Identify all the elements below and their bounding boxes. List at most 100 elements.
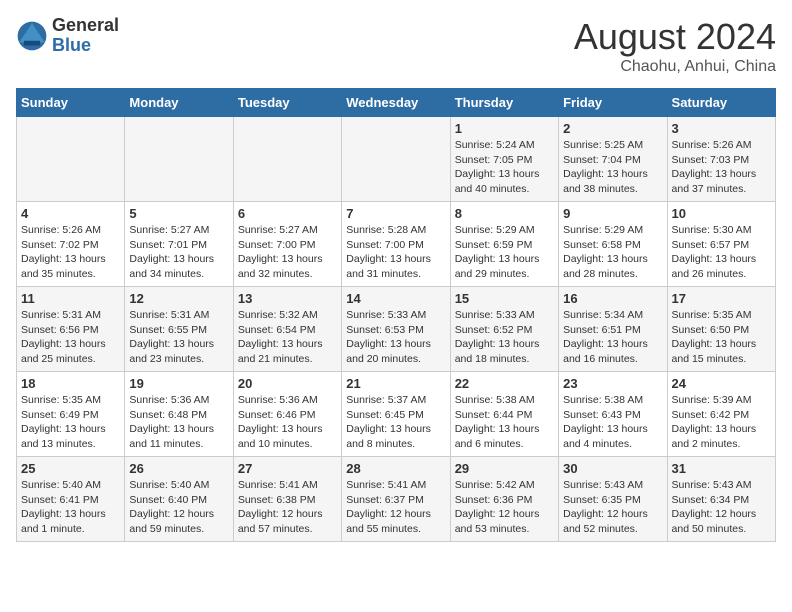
day-number: 3 (672, 121, 771, 136)
day-number: 15 (455, 291, 554, 306)
logo-blue-label: Blue (52, 36, 119, 56)
calendar-cell: 15 Sunrise: 5:33 AM Sunset: 6:52 PM Dayli… (450, 287, 558, 372)
day-info: Sunrise: 5:27 AM Sunset: 7:00 PM Dayligh… (238, 223, 337, 282)
day-info: Sunrise: 5:42 AM Sunset: 6:36 PM Dayligh… (455, 478, 554, 537)
calendar-cell: 5 Sunrise: 5:27 AM Sunset: 7:01 PM Daylig… (125, 202, 233, 287)
logo-text: General Blue (52, 16, 119, 56)
calendar-cell: 30 Sunrise: 5:43 AM Sunset: 6:35 PM Dayli… (559, 457, 667, 542)
day-info: Sunrise: 5:40 AM Sunset: 6:40 PM Dayligh… (129, 478, 228, 537)
weekday-header-thursday: Thursday (450, 89, 558, 117)
day-number: 14 (346, 291, 445, 306)
calendar-cell: 26 Sunrise: 5:40 AM Sunset: 6:40 PM Dayli… (125, 457, 233, 542)
day-number: 1 (455, 121, 554, 136)
day-info: Sunrise: 5:26 AM Sunset: 7:03 PM Dayligh… (672, 138, 771, 197)
title-block: August 2024 Chaohu, Anhui, China (574, 16, 776, 76)
day-number: 9 (563, 206, 662, 221)
day-number: 23 (563, 376, 662, 391)
calendar-cell: 19 Sunrise: 5:36 AM Sunset: 6:48 PM Dayli… (125, 372, 233, 457)
day-number: 29 (455, 461, 554, 476)
day-number: 26 (129, 461, 228, 476)
day-info: Sunrise: 5:26 AM Sunset: 7:02 PM Dayligh… (21, 223, 120, 282)
calendar-cell: 23 Sunrise: 5:38 AM Sunset: 6:43 PM Dayli… (559, 372, 667, 457)
calendar-cell: 28 Sunrise: 5:41 AM Sunset: 6:37 PM Dayli… (342, 457, 450, 542)
day-info: Sunrise: 5:34 AM Sunset: 6:51 PM Dayligh… (563, 308, 662, 367)
day-info: Sunrise: 5:31 AM Sunset: 6:55 PM Dayligh… (129, 308, 228, 367)
weekday-header-tuesday: Tuesday (233, 89, 341, 117)
day-number: 10 (672, 206, 771, 221)
day-number: 20 (238, 376, 337, 391)
calendar-cell: 2Sunrise: 5:25 AM Sunset: 7:04 PM Daylig… (559, 117, 667, 202)
day-info: Sunrise: 5:43 AM Sunset: 6:35 PM Dayligh… (563, 478, 662, 537)
day-number: 19 (129, 376, 228, 391)
day-info: Sunrise: 5:40 AM Sunset: 6:41 PM Dayligh… (21, 478, 120, 537)
day-number: 25 (21, 461, 120, 476)
calendar-cell: 7Sunrise: 5:28 AM Sunset: 7:00 PM Daylig… (342, 202, 450, 287)
calendar-cell (125, 117, 233, 202)
calendar-cell (342, 117, 450, 202)
calendar-cell (17, 117, 125, 202)
day-info: Sunrise: 5:31 AM Sunset: 6:56 PM Dayligh… (21, 308, 120, 367)
day-info: Sunrise: 5:30 AM Sunset: 6:57 PM Dayligh… (672, 223, 771, 282)
day-info: Sunrise: 5:37 AM Sunset: 6:45 PM Dayligh… (346, 393, 445, 452)
day-number: 13 (238, 291, 337, 306)
day-number: 22 (455, 376, 554, 391)
day-info: Sunrise: 5:35 AM Sunset: 6:50 PM Dayligh… (672, 308, 771, 367)
logo-general-label: General (52, 16, 119, 36)
day-number: 24 (672, 376, 771, 391)
calendar-cell: 13 Sunrise: 5:32 AM Sunset: 6:54 PM Dayli… (233, 287, 341, 372)
day-number: 28 (346, 461, 445, 476)
calendar-cell: 16 Sunrise: 5:34 AM Sunset: 6:51 PM Dayli… (559, 287, 667, 372)
day-info: Sunrise: 5:27 AM Sunset: 7:01 PM Dayligh… (129, 223, 228, 282)
day-number: 16 (563, 291, 662, 306)
day-info: Sunrise: 5:32 AM Sunset: 6:54 PM Dayligh… (238, 308, 337, 367)
calendar-cell: 10 Sunrise: 5:30 AM Sunset: 6:57 PM Dayli… (667, 202, 775, 287)
day-number: 30 (563, 461, 662, 476)
day-info: Sunrise: 5:29 AM Sunset: 6:58 PM Dayligh… (563, 223, 662, 282)
day-number: 4 (21, 206, 120, 221)
calendar-cell: 8Sunrise: 5:29 AM Sunset: 6:59 PM Daylig… (450, 202, 558, 287)
day-info: Sunrise: 5:35 AM Sunset: 6:49 PM Dayligh… (21, 393, 120, 452)
calendar-cell: 17 Sunrise: 5:35 AM Sunset: 6:50 PM Dayli… (667, 287, 775, 372)
day-info: Sunrise: 5:38 AM Sunset: 6:43 PM Dayligh… (563, 393, 662, 452)
day-info: Sunrise: 5:36 AM Sunset: 6:46 PM Dayligh… (238, 393, 337, 452)
calendar-cell: 1 Sunrise: 5:24 AM Sunset: 7:05 PM Daylig… (450, 117, 558, 202)
weekday-header-wednesday: Wednesday (342, 89, 450, 117)
day-number: 11 (21, 291, 120, 306)
calendar-week-row: 18Sunrise: 5:35 AM Sunset: 6:49 PM Dayli… (17, 372, 776, 457)
logo-icon (16, 20, 48, 52)
day-number: 6 (238, 206, 337, 221)
calendar-cell: 4 Sunrise: 5:26 AM Sunset: 7:02 PM Daylig… (17, 202, 125, 287)
calendar-cell: 11 Sunrise: 5:31 AM Sunset: 6:56 PM Dayli… (17, 287, 125, 372)
weekday-header-row: SundayMondayTuesdayWednesdayThursdayFrid… (17, 89, 776, 117)
calendar-cell: 22 Sunrise: 5:38 AM Sunset: 6:44 PM Dayli… (450, 372, 558, 457)
calendar-cell: 6 Sunrise: 5:27 AM Sunset: 7:00 PM Daylig… (233, 202, 341, 287)
main-title: August 2024 (574, 16, 776, 58)
day-number: 5 (129, 206, 228, 221)
page-header: General Blue August 2024 Chaohu, Anhui, … (16, 16, 776, 76)
day-info: Sunrise: 5:41 AM Sunset: 6:37 PM Dayligh… (346, 478, 445, 537)
calendar-week-row: 1 Sunrise: 5:24 AM Sunset: 7:05 PM Daylig… (17, 117, 776, 202)
day-info: Sunrise: 5:33 AM Sunset: 6:52 PM Dayligh… (455, 308, 554, 367)
logo: General Blue (16, 16, 119, 56)
day-info: Sunrise: 5:36 AM Sunset: 6:48 PM Dayligh… (129, 393, 228, 452)
day-info: Sunrise: 5:24 AM Sunset: 7:05 PM Dayligh… (455, 138, 554, 197)
day-info: Sunrise: 5:38 AM Sunset: 6:44 PM Dayligh… (455, 393, 554, 452)
day-info: Sunrise: 5:33 AM Sunset: 6:53 PM Dayligh… (346, 308, 445, 367)
day-number: 21 (346, 376, 445, 391)
calendar-cell: 3 Sunrise: 5:26 AM Sunset: 7:03 PM Daylig… (667, 117, 775, 202)
calendar-cell: 12 Sunrise: 5:31 AM Sunset: 6:55 PM Dayli… (125, 287, 233, 372)
calendar-cell: 20 Sunrise: 5:36 AM Sunset: 6:46 PM Dayli… (233, 372, 341, 457)
day-number: 17 (672, 291, 771, 306)
day-number: 12 (129, 291, 228, 306)
calendar-cell: 29 Sunrise: 5:42 AM Sunset: 6:36 PM Dayli… (450, 457, 558, 542)
day-number: 7 (346, 206, 445, 221)
calendar-cell: 27Sunrise: 5:41 AM Sunset: 6:38 PM Dayli… (233, 457, 341, 542)
day-info: Sunrise: 5:29 AM Sunset: 6:59 PM Dayligh… (455, 223, 554, 282)
day-number: 2 (563, 121, 662, 136)
subtitle: Chaohu, Anhui, China (574, 58, 776, 76)
weekday-header-monday: Monday (125, 89, 233, 117)
weekday-header-friday: Friday (559, 89, 667, 117)
day-info: Sunrise: 5:39 AM Sunset: 6:42 PM Dayligh… (672, 393, 771, 452)
calendar-cell (233, 117, 341, 202)
weekday-header-sunday: Sunday (17, 89, 125, 117)
